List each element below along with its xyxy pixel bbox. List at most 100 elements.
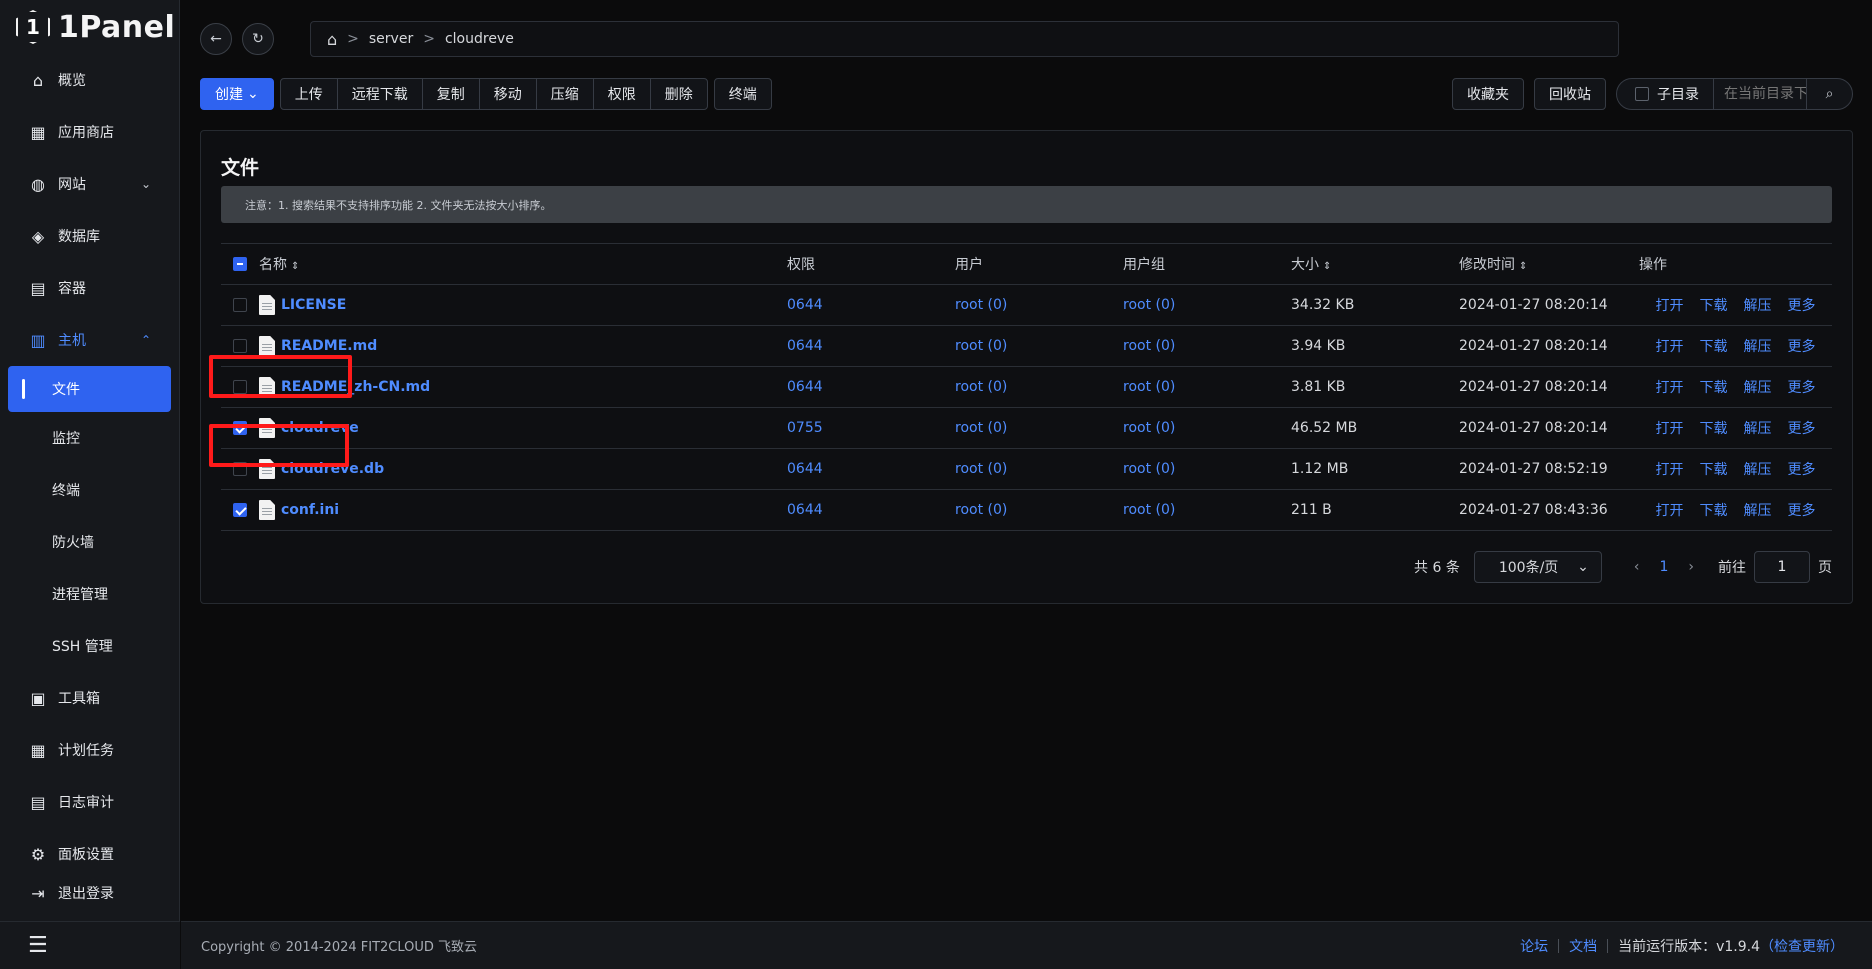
breadcrumb[interactable]: ⌂ > server > cloudreve xyxy=(310,21,1619,57)
header-size[interactable]: 大小 ⇕ xyxy=(1291,243,1459,285)
page-size-select[interactable]: 100条/页 ⌄ xyxy=(1473,551,1602,583)
upload-button[interactable]: 上传 xyxy=(279,78,338,110)
sidebar-item-firewall[interactable]: 防火墙 xyxy=(0,516,179,568)
perm-link[interactable]: 0644 xyxy=(787,379,823,395)
sidebar-item-cron[interactable]: ▦ 计划任务 xyxy=(0,724,179,776)
row-checkbox[interactable] xyxy=(233,462,247,476)
permission-button[interactable]: 权限 xyxy=(592,78,651,110)
row-select-cell[interactable] xyxy=(221,448,259,490)
forum-link[interactable]: 论坛 xyxy=(1520,936,1548,956)
row-checkbox[interactable] xyxy=(233,421,247,435)
user-link[interactable]: root (0) xyxy=(955,461,1007,477)
perm-link[interactable]: 0755 xyxy=(787,420,823,436)
row-op-2[interactable]: 解压 xyxy=(1744,298,1772,314)
select-all-cell[interactable] xyxy=(221,243,259,285)
checkbox-box[interactable] xyxy=(1635,87,1649,101)
delete-button[interactable]: 删除 xyxy=(649,78,708,110)
row-op-2[interactable]: 解压 xyxy=(1744,421,1772,437)
row-checkbox[interactable] xyxy=(233,339,247,353)
recycle-bin-button[interactable]: 回收站 xyxy=(1534,78,1606,110)
sidebar-item-settings[interactable]: ⚙ 面板设置 xyxy=(0,828,179,880)
perm-link[interactable]: 0644 xyxy=(787,502,823,518)
goto-page-input[interactable] xyxy=(1754,551,1810,583)
group-link[interactable]: root (0) xyxy=(1123,420,1175,436)
row-op-1[interactable]: 下载 xyxy=(1700,298,1728,314)
move-button[interactable]: 移动 xyxy=(478,78,537,110)
group-link[interactable]: root (0) xyxy=(1123,502,1175,518)
user-link[interactable]: root (0) xyxy=(955,297,1007,313)
row-select-cell[interactable] xyxy=(221,284,259,326)
favorites-button[interactable]: 收藏夹 xyxy=(1452,78,1524,110)
sidebar-item-process[interactable]: 进程管理 xyxy=(0,568,179,620)
sidebar-item-terminal[interactable]: 终端 xyxy=(0,464,179,516)
file-name-link[interactable]: conf.ini xyxy=(281,502,339,518)
header-name[interactable]: 名称 ⇕ xyxy=(259,243,787,285)
table-row[interactable]: cloudreve 0755 root (0) root (0) 46.52 MB 202… xyxy=(221,407,1832,449)
subdir-checkbox[interactable]: 子目录 xyxy=(1617,79,1714,109)
row-op-1[interactable]: 下载 xyxy=(1700,380,1728,396)
breadcrumb-item[interactable]: server xyxy=(369,31,413,47)
group-link[interactable]: root (0) xyxy=(1123,297,1175,313)
docs-link[interactable]: 文档 xyxy=(1569,936,1597,956)
user-link[interactable]: root (0) xyxy=(955,502,1007,518)
search-input[interactable] xyxy=(1714,79,1806,109)
row-select-cell[interactable] xyxy=(221,325,259,367)
table-row[interactable]: cloudreve.db 0644 root (0) root (0) 1.12 MB 2… xyxy=(221,448,1832,490)
prev-page-button[interactable]: ‹ xyxy=(1634,559,1640,575)
terminal-button[interactable]: 终端 xyxy=(713,78,772,110)
row-op-1[interactable]: 下载 xyxy=(1700,339,1728,355)
file-name-link[interactable]: cloudreve.db xyxy=(281,461,384,477)
row-op-3[interactable]: 更多 xyxy=(1788,380,1816,396)
user-link[interactable]: root (0) xyxy=(955,420,1007,436)
user-link[interactable]: root (0) xyxy=(955,379,1007,395)
row-op-1[interactable]: 下载 xyxy=(1700,462,1728,478)
sort-icon[interactable]: ⇕ xyxy=(1519,261,1527,272)
row-select-cell[interactable] xyxy=(221,366,259,408)
sidebar-item-toolbox[interactable]: ▣ 工具箱 xyxy=(0,672,179,724)
table-row[interactable]: conf.ini 0644 root (0) root (0) 211 B 2024-01… xyxy=(221,489,1832,531)
sort-icon[interactable]: ⇕ xyxy=(1323,261,1331,272)
sort-icon[interactable]: ⇕ xyxy=(291,261,299,272)
row-checkbox[interactable] xyxy=(233,298,247,312)
user-link[interactable]: root (0) xyxy=(955,338,1007,354)
row-op-0[interactable]: 打开 xyxy=(1656,339,1684,355)
sidebar-item-log-audit[interactable]: ▤ 日志审计 xyxy=(0,776,179,828)
file-name-link[interactable]: LICENSE xyxy=(281,297,346,313)
sidebar-item-container[interactable]: ▤ 容器 xyxy=(0,262,179,314)
sidebar-item-app-store[interactable]: ▦ 应用商店 xyxy=(0,106,179,158)
row-op-2[interactable]: 解压 xyxy=(1744,462,1772,478)
logo[interactable]: 1 1Panel xyxy=(0,0,179,54)
row-op-0[interactable]: 打开 xyxy=(1656,462,1684,478)
group-link[interactable]: root (0) xyxy=(1123,338,1175,354)
table-row[interactable]: LICENSE 0644 root (0) root (0) 34.32 KB 2024-… xyxy=(221,284,1832,326)
row-op-2[interactable]: 解压 xyxy=(1744,380,1772,396)
row-op-3[interactable]: 更多 xyxy=(1788,339,1816,355)
row-op-0[interactable]: 打开 xyxy=(1656,421,1684,437)
back-button[interactable]: ← xyxy=(200,23,232,55)
row-op-0[interactable]: 打开 xyxy=(1656,298,1684,314)
row-op-1[interactable]: 下载 xyxy=(1700,503,1728,519)
perm-link[interactable]: 0644 xyxy=(787,297,823,313)
row-select-cell[interactable] xyxy=(221,407,259,449)
copy-button[interactable]: 复制 xyxy=(421,78,480,110)
sidebar-item-website[interactable]: ◍ 网站 ⌄ xyxy=(0,158,179,210)
row-select-cell[interactable] xyxy=(221,489,259,531)
sidebar-item-monitor[interactable]: 监控 xyxy=(0,412,179,464)
file-name-link[interactable]: README.md xyxy=(281,338,377,354)
refresh-button[interactable]: ↻ xyxy=(242,23,274,55)
check-update-link[interactable]: （检查更新） xyxy=(1760,936,1844,956)
perm-link[interactable]: 0644 xyxy=(787,338,823,354)
row-op-0[interactable]: 打开 xyxy=(1656,503,1684,519)
sidebar-item-database[interactable]: ◈ 数据库 xyxy=(0,210,179,262)
table-row[interactable]: README_zh-CN.md 0644 root (0) root (0) 3.81 … xyxy=(221,366,1832,408)
group-link[interactable]: root (0) xyxy=(1123,379,1175,395)
create-button[interactable]: 创建 ⌄ xyxy=(200,78,274,110)
sidebar-item-host[interactable]: ▥ 主机 ⌃ xyxy=(0,314,179,366)
sidebar-item-files[interactable]: 文件 xyxy=(8,366,171,412)
search-button[interactable]: ⌕ xyxy=(1806,79,1852,109)
group-link[interactable]: root (0) xyxy=(1123,461,1175,477)
table-row[interactable]: README.md 0644 root (0) root (0) 3.94 KB 2024… xyxy=(221,325,1832,367)
sidebar-collapse[interactable]: ☰ xyxy=(0,921,180,969)
perm-link[interactable]: 0644 xyxy=(787,461,823,477)
row-checkbox[interactable] xyxy=(233,503,247,517)
